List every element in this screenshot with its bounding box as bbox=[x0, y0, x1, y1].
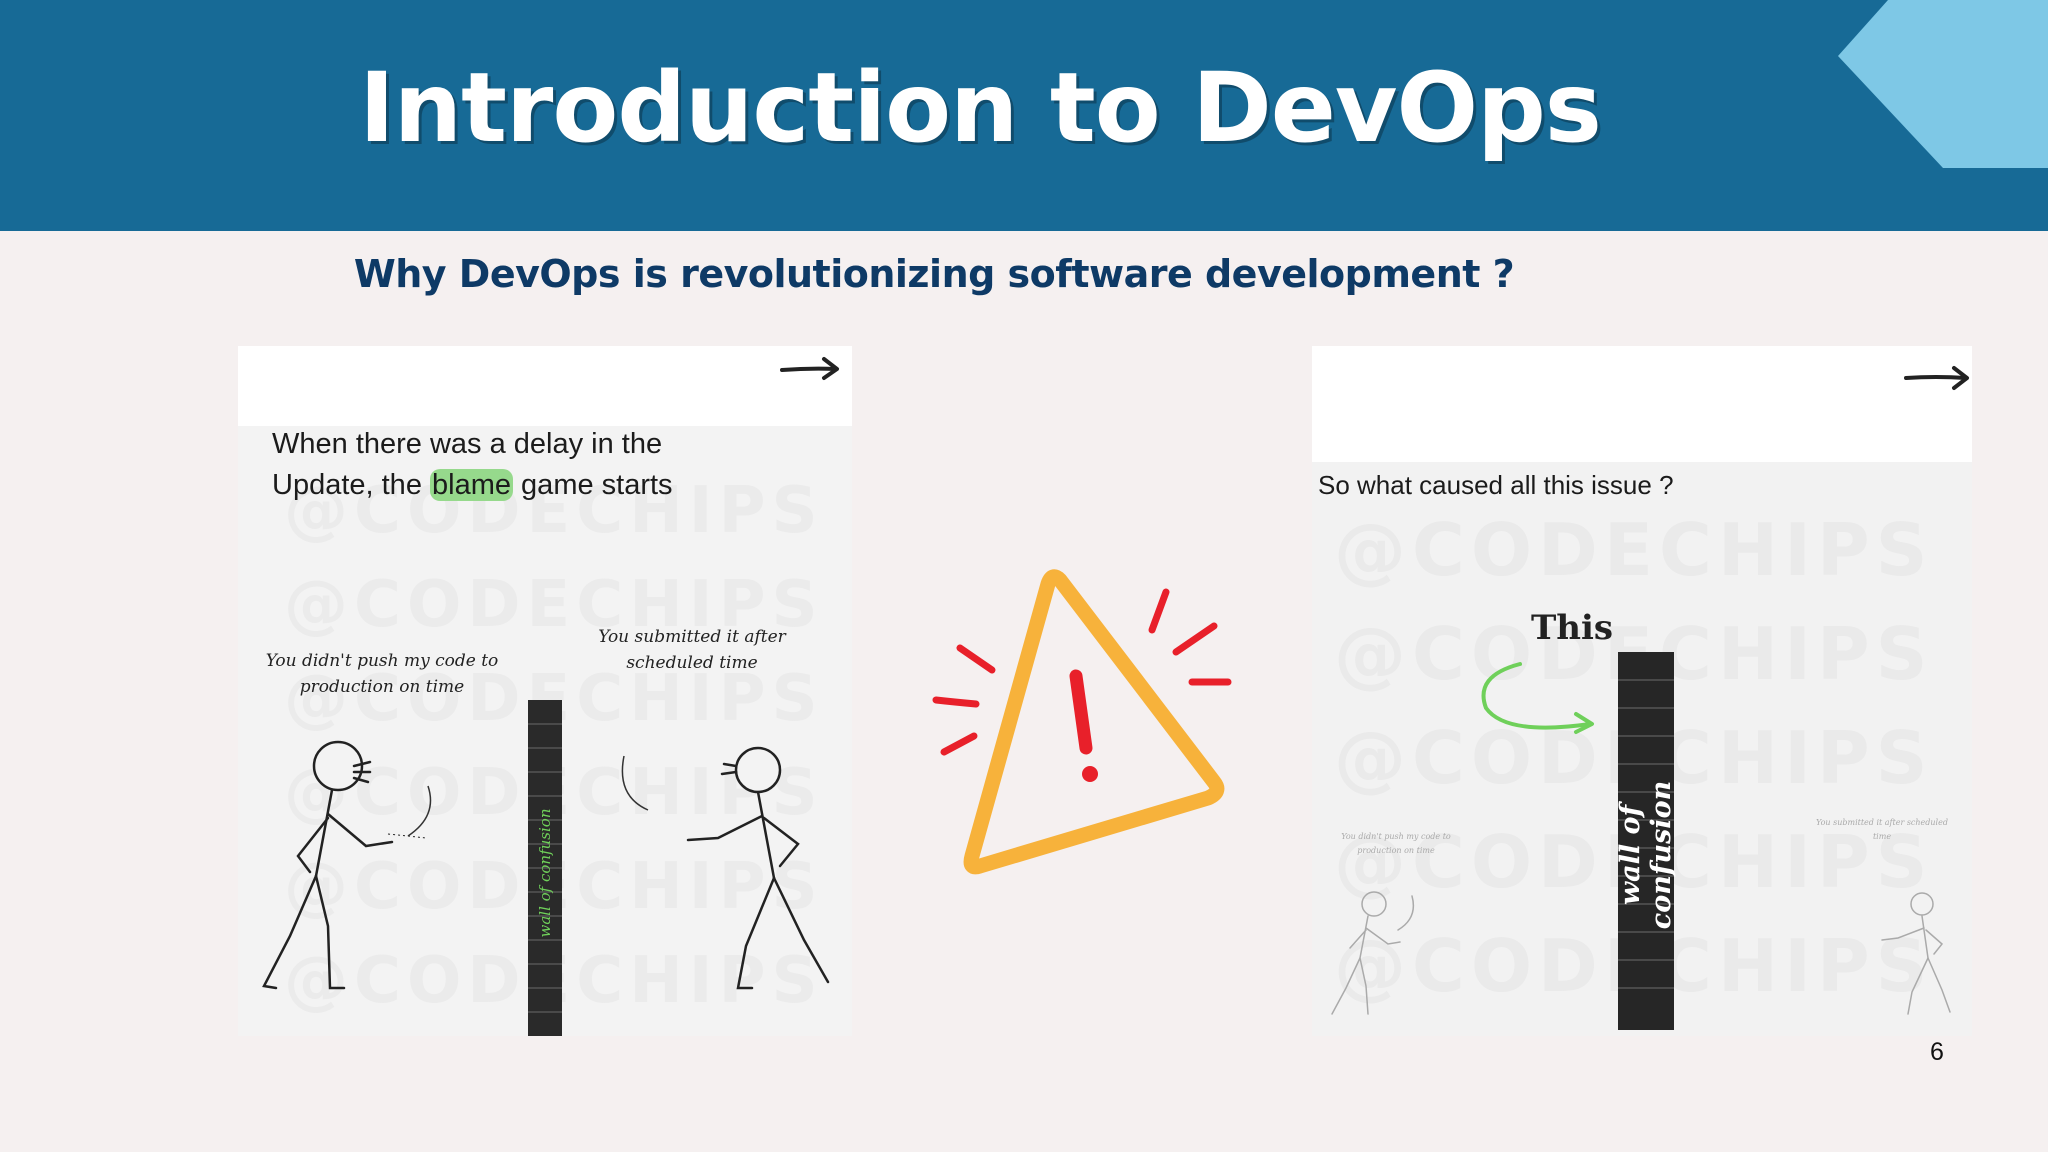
wall-label: wall of confusion bbox=[536, 808, 554, 938]
left-caption: When there was a delay in the Update, th… bbox=[272, 424, 673, 506]
warning-triangle-icon bbox=[932, 569, 1232, 875]
stick-figure-left bbox=[262, 740, 432, 990]
speech-right: You submitted it after scheduled time bbox=[598, 627, 786, 673]
slide-title: Introduction to DevOps bbox=[359, 52, 1602, 164]
slide-subtitle: Why DevOps is revolutionizing software d… bbox=[353, 252, 1515, 296]
stick-figure-right bbox=[621, 746, 830, 990]
panel-top-strip bbox=[238, 346, 852, 426]
panel-top-strip bbox=[1312, 346, 1972, 462]
stick-figure-left bbox=[1331, 891, 1415, 1015]
arrow-right-icon[interactable] bbox=[780, 356, 840, 382]
speech-right: You submitted it after scheduled time bbox=[1816, 818, 1948, 841]
curved-arrow-icon bbox=[1481, 662, 1594, 734]
right-comic-panel: @CODECHIPS @CODECHIPS @CODECHIPS @CODECH… bbox=[1312, 346, 1972, 1036]
speech-left: You didn't push my code to production on… bbox=[265, 651, 499, 697]
caption-highlight: blame bbox=[430, 469, 513, 501]
caption-line-2: Update, the blame game starts bbox=[272, 465, 673, 506]
arrow-right-icon[interactable] bbox=[1904, 364, 1970, 392]
left-comic-panel: @CODECHIPS @CODECHIPS @CODECHIPS @CODECH… bbox=[238, 346, 852, 1036]
wall-label: wall of confusion bbox=[1615, 780, 1677, 930]
caption-text: Update, the bbox=[272, 469, 430, 501]
pointer-label: This bbox=[1530, 608, 1614, 648]
caption-line-1: When there was a delay in the bbox=[272, 428, 663, 460]
watermark: @CODECHIPS bbox=[1334, 508, 1934, 592]
stick-figure-right bbox=[1881, 892, 1951, 1015]
right-caption: So what caused all this issue ? bbox=[1318, 470, 1674, 500]
speech-left: You didn't push my code to production on… bbox=[1341, 832, 1451, 855]
header-bar: Introduction to DevOps bbox=[0, 0, 2048, 231]
page-number: 6 bbox=[1930, 1038, 1944, 1066]
caption-text: game starts bbox=[513, 469, 673, 501]
